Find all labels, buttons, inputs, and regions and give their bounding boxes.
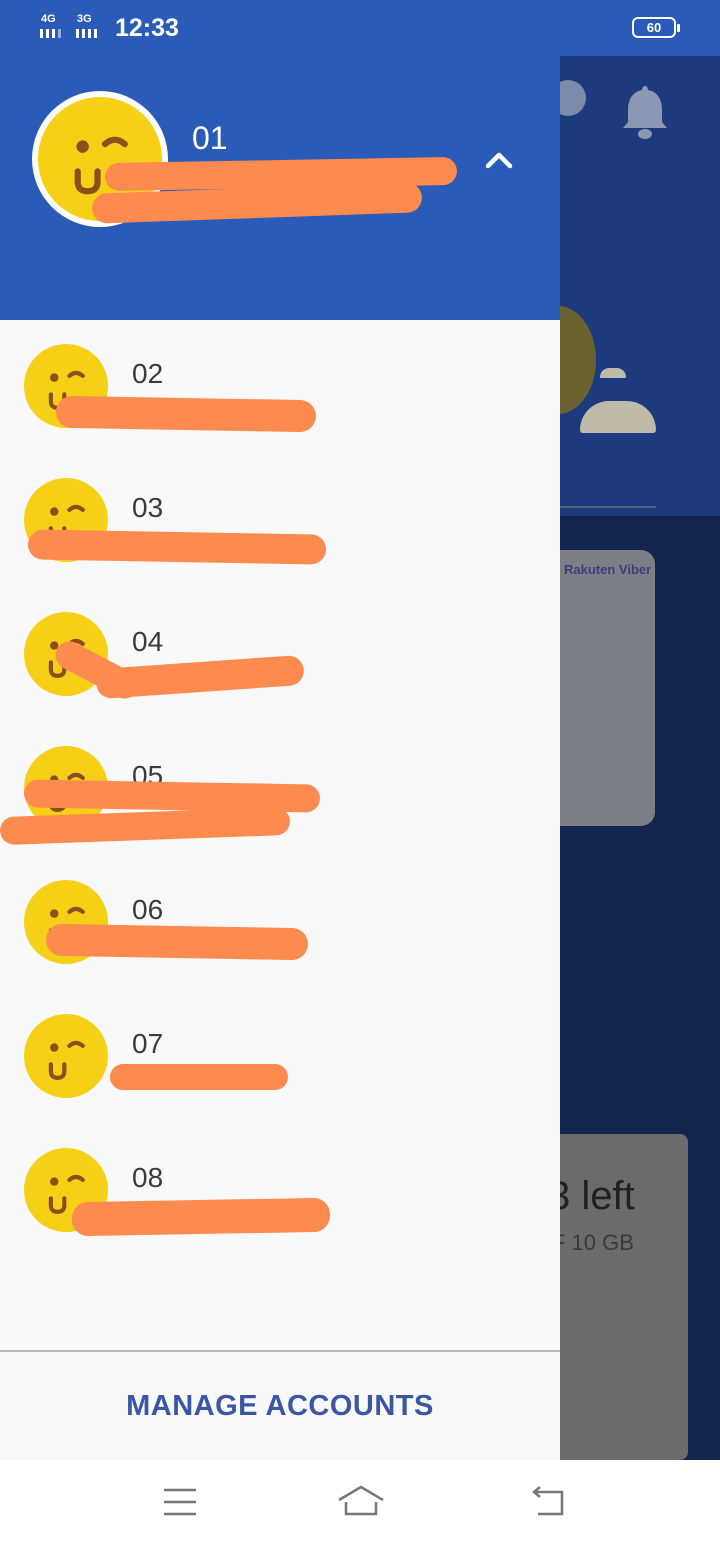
- account-item[interactable]: 07: [0, 990, 560, 1124]
- system-nav-bar: [0, 1460, 720, 1544]
- drawer-header[interactable]: 01: [0, 56, 560, 320]
- bell-icon[interactable]: [620, 84, 670, 140]
- data-left-text: 3 left: [560, 1174, 635, 1218]
- account-label: 02: [132, 358, 164, 389]
- redaction-mark: [55, 395, 317, 433]
- account-label: 08: [132, 1162, 164, 1193]
- status-bar: 4G 3G 12:33 60: [0, 0, 720, 56]
- redaction-mark: [110, 1064, 288, 1090]
- manage-accounts-button[interactable]: MANAGE ACCOUNTS: [0, 1352, 560, 1460]
- account-item[interactable]: 08: [0, 1124, 560, 1258]
- account-label: 04: [132, 626, 164, 657]
- home-icon[interactable]: [336, 1482, 386, 1522]
- promo-card: Rakuten Viber: [560, 550, 655, 826]
- battery-icon: 60: [632, 17, 680, 38]
- account-label: 03: [132, 492, 164, 523]
- header-account-name: 01: [192, 120, 228, 156]
- data-total-text: F 10 GB: [560, 1230, 634, 1255]
- redaction-mark: [95, 654, 305, 700]
- background-divider: [560, 506, 656, 508]
- network-type-1: 4G: [41, 13, 56, 25]
- account-drawer: 01 02 03 04 05 06 07 08 MANAGE ACCOUNTS: [0, 56, 560, 1460]
- promo-brand: Rakuten Viber: [564, 562, 652, 577]
- data-usage-card: 3 left F 10 GB: [560, 1134, 688, 1460]
- account-label: 07: [132, 1028, 164, 1059]
- back-icon[interactable]: [526, 1482, 570, 1522]
- redaction-mark: [71, 1197, 331, 1237]
- account-label: 06: [132, 894, 164, 925]
- weather-cloud-small: [600, 368, 626, 378]
- account-item[interactable]: 05: [0, 722, 560, 856]
- network-type-2: 3G: [77, 13, 92, 25]
- background-app: Rakuten Viber 3 left F 10 GB: [560, 56, 720, 1460]
- smiley-avatar-icon: [24, 1014, 108, 1098]
- clock: 12:33: [115, 14, 179, 42]
- account-item[interactable]: 03: [0, 454, 560, 588]
- signal-3g-icon: 3G: [76, 14, 106, 40]
- redaction-mark: [27, 529, 327, 565]
- account-item[interactable]: 02: [0, 320, 560, 454]
- account-item[interactable]: 04: [0, 588, 560, 722]
- menu-icon[interactable]: [158, 1482, 202, 1522]
- account-item[interactable]: 06: [0, 856, 560, 990]
- chevron-up-icon[interactable]: [483, 144, 515, 176]
- redaction-mark: [45, 923, 309, 961]
- signal-4g-icon: 4G: [40, 14, 70, 40]
